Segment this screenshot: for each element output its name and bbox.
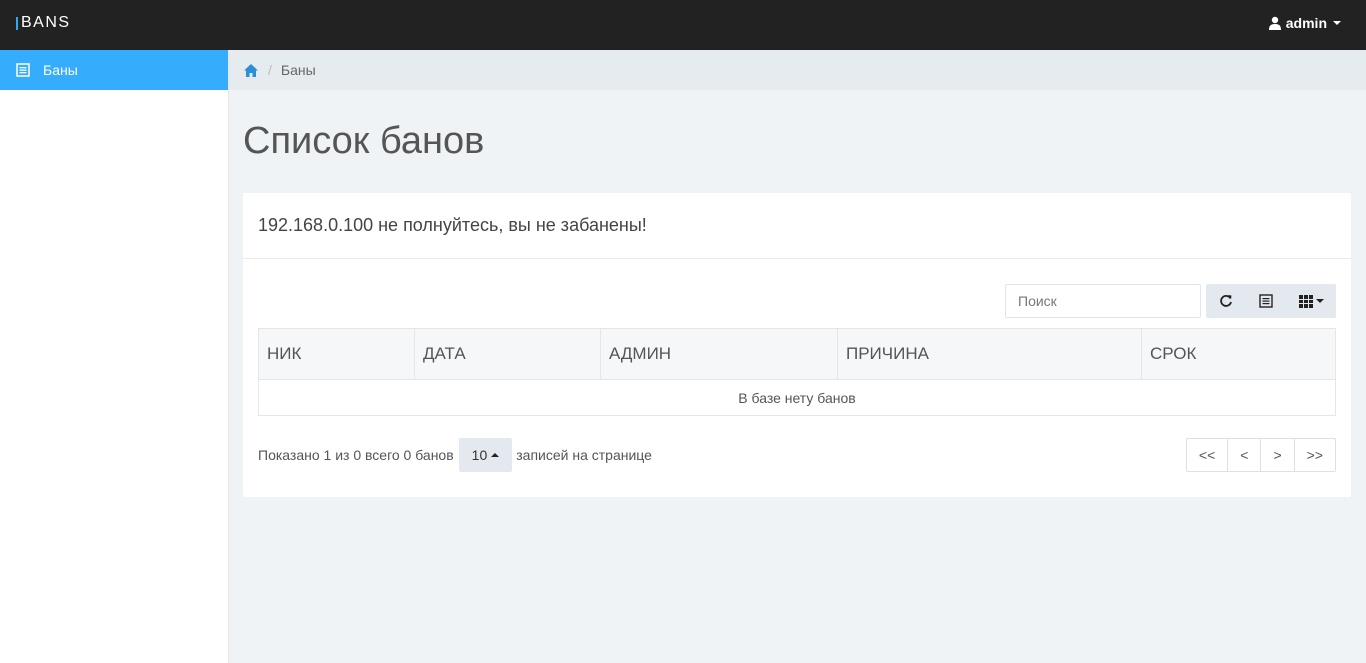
per-page-label: записей на странице	[516, 447, 652, 463]
table-toolbar	[1005, 284, 1336, 318]
page-size-dropdown[interactable]: 10	[458, 438, 513, 472]
chevron-down-icon	[1315, 299, 1324, 303]
refresh-icon	[1220, 295, 1232, 307]
sidebar-item-label: Баны	[43, 62, 78, 78]
caret-up-icon	[491, 453, 500, 457]
columns-icon	[1298, 294, 1313, 308]
search-input[interactable]	[1005, 284, 1201, 318]
column-header-reason[interactable]: ПРИЧИНА	[837, 328, 1142, 380]
sidebar: Баны	[0, 50, 229, 663]
brand-logo[interactable]: BANS	[16, 14, 71, 32]
toggle-view-button[interactable]	[1246, 284, 1286, 318]
empty-table-message: В базе нету банов	[738, 389, 856, 406]
table-header-row: НИК ДАТА АДМИН ПРИЧИНА СРОК	[258, 328, 1336, 380]
pagination: << < > >>	[1185, 438, 1336, 472]
last-page-button[interactable]: >>	[1295, 439, 1335, 471]
sidebar-item-bans[interactable]: Баны	[0, 50, 228, 90]
first-page-button[interactable]: <<	[1187, 439, 1229, 471]
column-header-admin[interactable]: АДМИН	[600, 328, 838, 380]
home-icon[interactable]	[243, 63, 259, 78]
page-title: Список банов	[243, 120, 485, 162]
columns-dropdown-button[interactable]	[1286, 284, 1336, 318]
user-menu-dropdown[interactable]: admin	[1268, 15, 1341, 31]
column-header-nick[interactable]: НИК	[258, 328, 415, 380]
user-icon	[1268, 16, 1281, 30]
table-footer: Показано 1 из 0 всего 0 банов 10 записей…	[258, 437, 1336, 473]
column-header-term[interactable]: СРОК	[1141, 328, 1336, 380]
bans-table: НИК ДАТА АДМИН ПРИЧИНА СРОК В базе нету …	[258, 328, 1336, 416]
column-header-date[interactable]: ДАТА	[414, 328, 601, 380]
refresh-button[interactable]	[1206, 284, 1246, 318]
chevron-down-icon	[1333, 21, 1341, 25]
ban-status-message: 192.168.0.100 не полнуйтесь, вы не забан…	[258, 215, 647, 235]
table-row: В базе нету банов	[259, 380, 1336, 416]
list-icon	[1259, 294, 1273, 308]
list-icon	[16, 63, 30, 77]
next-page-button[interactable]: >	[1261, 439, 1295, 471]
page-size-value: 10	[471, 447, 488, 463]
prev-page-button[interactable]: <	[1228, 439, 1262, 471]
user-name: admin	[1285, 15, 1327, 31]
brand-text: BANS	[21, 14, 71, 31]
breadcrumb-separator: /	[268, 62, 272, 78]
bans-panel: 192.168.0.100 не полнуйтесь, вы не забан…	[243, 193, 1351, 497]
breadcrumb-current: Баны	[280, 62, 316, 78]
pagination-info: Показано 1 из 0 всего 0 банов	[258, 447, 454, 463]
breadcrumb: / Баны	[229, 50, 1366, 90]
brand-accent-bar	[16, 16, 18, 30]
top-navbar: BANS admin	[0, 0, 1366, 50]
toolbar-button-group	[1206, 284, 1336, 318]
panel-heading: 192.168.0.100 не полнуйтесь, вы не забан…	[243, 193, 1351, 259]
